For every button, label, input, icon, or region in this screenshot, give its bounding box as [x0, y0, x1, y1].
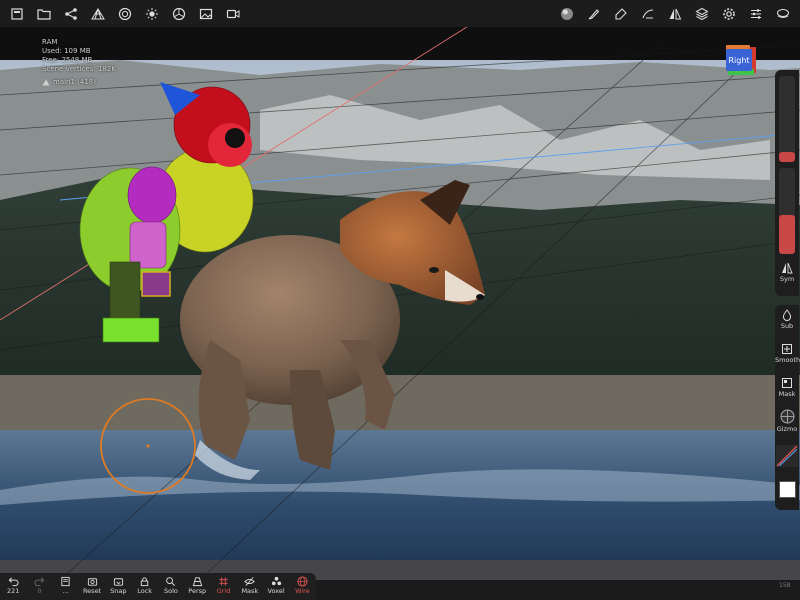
sub-button[interactable]: Sub [775, 309, 799, 330]
redo-count: 0 [37, 587, 42, 595]
snap-icon [113, 578, 123, 586]
smooth-icon [782, 344, 792, 354]
mesh-name: main1 (418) [53, 78, 96, 86]
shading-icon[interactable] [112, 2, 138, 26]
snap-label: Snap [110, 587, 127, 595]
reset-button[interactable]: Reset [79, 573, 105, 600]
image-icon[interactable] [193, 2, 219, 26]
redo-button[interactable]: 0 [26, 573, 52, 600]
smooth-button[interactable]: Smooth [775, 343, 800, 364]
camera-reset-icon [87, 578, 97, 586]
light-icon[interactable] [139, 2, 165, 26]
gizmo-label: Gizmo [776, 425, 798, 433]
material-sphere-icon[interactable] [554, 2, 580, 26]
menu-icon[interactable] [4, 2, 30, 26]
sub-label: Sub [780, 322, 794, 330]
smooth-label: Smooth [775, 356, 800, 364]
grid-icon [219, 577, 228, 586]
sliders-icon[interactable] [743, 2, 769, 26]
history-button[interactable]: ... [53, 573, 79, 600]
folder-icon[interactable] [31, 2, 57, 26]
stroke-preview-icon [776, 445, 798, 467]
paint-icon[interactable] [608, 2, 634, 26]
solo-label: Solo [163, 587, 178, 595]
intensity-slider[interactable] [779, 168, 795, 254]
ram-used: Used: 109 MB [42, 47, 91, 55]
voxel-label: Voxel [267, 587, 285, 595]
drop-icon [782, 309, 792, 321]
mesh-icon [42, 79, 50, 86]
active-mesh[interactable]: main1 (418) [42, 78, 116, 87]
undo-button[interactable]: 221 [0, 573, 26, 600]
sym-toggle[interactable]: Sym [775, 262, 799, 283]
stroke-icon[interactable] [635, 2, 661, 26]
viewport-scene [0, 24, 800, 581]
redo-icon [34, 577, 45, 587]
mask-button[interactable]: Mask [775, 377, 799, 398]
intensity-slider-fill [779, 215, 795, 254]
voxel-button[interactable]: Voxel [263, 573, 289, 600]
ram-label: RAM [42, 38, 58, 46]
color-swatch-white [778, 481, 796, 498]
topology-icon[interactable] [85, 2, 111, 26]
undo-icon [8, 577, 19, 587]
bottom-toolbar: 221 0 ... Reset Snap Lock Solo Persp Gri… [0, 573, 316, 600]
scene-tree-icon[interactable] [58, 2, 84, 26]
search-icon [166, 577, 176, 586]
eye-slash-icon [244, 577, 256, 586]
snap-button[interactable]: Snap [105, 573, 131, 600]
scene-stats: RAM Used: 109 MB Free: 2548 MB Scene ver… [42, 38, 116, 87]
view-cube[interactable]: Right [724, 45, 756, 75]
scene-vertices: Scene vertices: 182K [42, 65, 116, 73]
river [0, 430, 800, 580]
history-icon [61, 576, 70, 587]
voxel-icon [271, 576, 281, 586]
reset-label: Reset [82, 587, 102, 595]
undo-count: 221 [6, 587, 20, 595]
video-icon[interactable] [220, 2, 246, 26]
perspective-icon [192, 577, 202, 587]
wireframe-icon [297, 576, 308, 587]
persp-label: Persp [188, 587, 207, 595]
ram-free: Free: 2548 MB [42, 56, 93, 64]
view-cube-face[interactable]: Right [726, 49, 752, 71]
mask-toggle-label: Mask [241, 587, 259, 595]
color-swatch[interactable] [775, 481, 799, 498]
gizmo-button[interactable]: Gizmo [775, 409, 799, 433]
gravel-bank [0, 375, 800, 435]
mask-toggle-button[interactable]: Mask [237, 573, 263, 600]
symmetry-icon[interactable] [662, 2, 688, 26]
render-icon[interactable] [166, 2, 192, 26]
layers-icon[interactable] [689, 2, 715, 26]
radius-slider[interactable] [779, 76, 795, 162]
history-label: ... [62, 587, 69, 595]
gizmo-icon [780, 409, 794, 424]
top-toolbar [0, 0, 800, 27]
tool-shortcuts-panel: Sub Smooth Mask Gizmo [775, 305, 800, 510]
brush-center [146, 444, 150, 448]
lock-icon [140, 577, 149, 587]
brush-icon[interactable] [581, 2, 607, 26]
solo-button[interactable]: Solo [158, 573, 184, 600]
stroke-preview[interactable] [775, 445, 799, 467]
lock-button[interactable]: Lock [131, 573, 157, 600]
symmetry-icon [782, 262, 793, 274]
lock-label: Lock [137, 587, 153, 595]
mask-label: Mask [778, 390, 796, 398]
wire-label: Wire [295, 587, 310, 595]
brush-sliders-panel: Sym [775, 70, 799, 296]
fps-counter: 158 [779, 582, 791, 589]
radius-slider-fill [779, 151, 795, 162]
grid-label: Grid [216, 587, 231, 595]
grid-button[interactable]: Grid [210, 573, 236, 600]
wire-button[interactable]: Wire [289, 573, 315, 600]
persp-button[interactable]: Persp [184, 573, 210, 600]
sym-label: Sym [779, 275, 795, 283]
mask-icon [782, 378, 792, 388]
settings-icon[interactable] [716, 2, 742, 26]
3d-viewport[interactable] [0, 0, 800, 600]
more-icon[interactable] [770, 2, 796, 26]
